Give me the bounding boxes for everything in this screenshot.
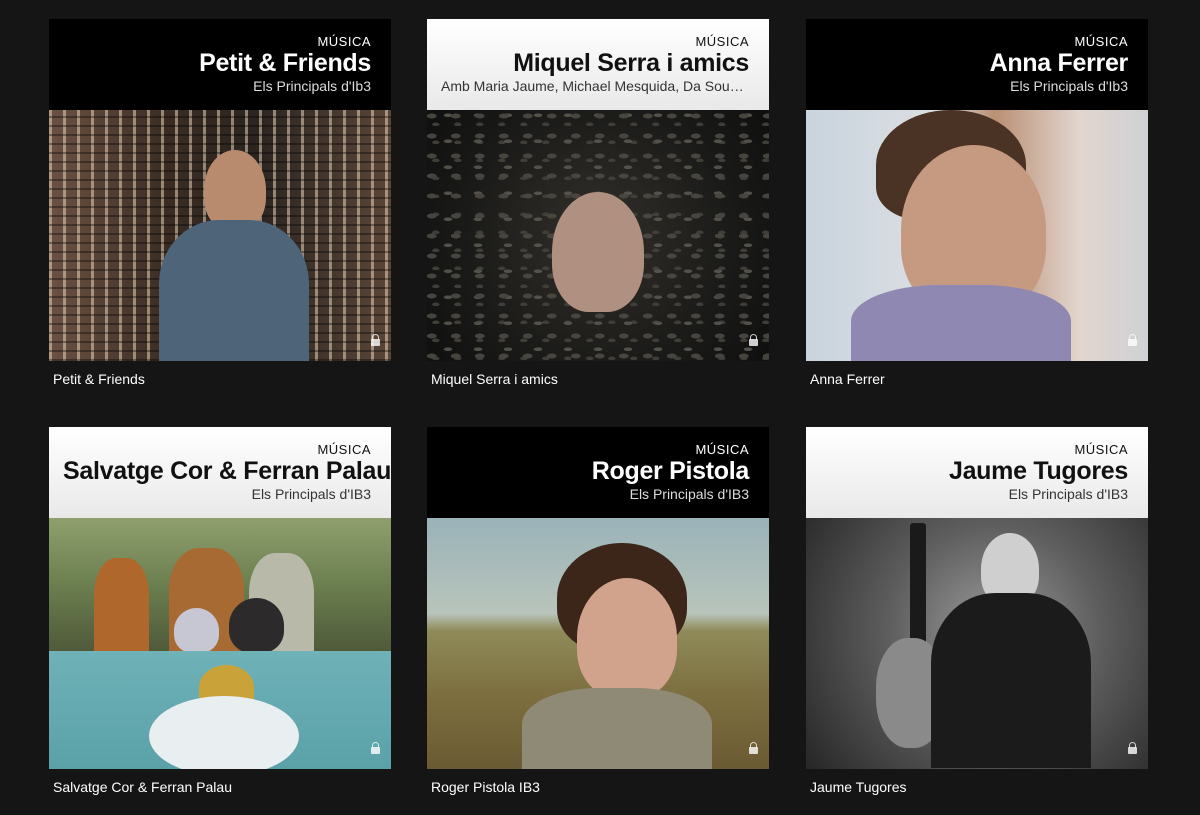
lock-icon	[1128, 742, 1137, 757]
card-thumbnail[interactable]: MÚSICA Roger Pistola Els Principals d'IB…	[427, 427, 769, 769]
content-card[interactable]: MÚSICA Miquel Serra i amics Amb Maria Ja…	[427, 19, 769, 388]
card-thumbnail[interactable]: MÚSICA Salvatge Cor & Ferran Palau Els P…	[49, 427, 391, 769]
card-thumbnail[interactable]: MÚSICA Anna Ferrer Els Principals d'Ib3	[806, 19, 1148, 361]
card-subtitle: Els Principals d'Ib3	[1010, 78, 1128, 94]
card-category: MÚSICA	[317, 34, 371, 49]
lock-icon	[749, 334, 758, 349]
card-caption[interactable]: Anna Ferrer	[806, 370, 1148, 388]
content-card[interactable]: MÚSICA Anna Ferrer Els Principals d'Ib3 …	[806, 19, 1148, 388]
card-header: MÚSICA Anna Ferrer Els Principals d'Ib3	[806, 19, 1148, 110]
card-header: MÚSICA Salvatge Cor & Ferran Palau Els P…	[49, 427, 391, 518]
lock-icon	[371, 742, 380, 757]
lock-icon	[749, 742, 758, 757]
card-title: Anna Ferrer	[989, 49, 1129, 77]
card-subtitle: Els Principals d'IB3	[1008, 486, 1128, 502]
card-subtitle: Amb Maria Jaume, Michael Mesquida, Da So…	[441, 78, 749, 94]
card-photo	[806, 110, 1148, 361]
card-photo	[427, 110, 769, 361]
card-thumbnail[interactable]: MÚSICA Petit & Friends Els Principals d'…	[49, 19, 391, 361]
card-subtitle: Els Principals d'Ib3	[253, 78, 371, 94]
card-title: Salvatge Cor & Ferran Palau	[63, 457, 391, 485]
card-title: Jaume Tugores	[948, 457, 1128, 485]
card-title: Roger Pistola	[591, 457, 750, 485]
card-thumbnail[interactable]: MÚSICA Miquel Serra i amics Amb Maria Ja…	[427, 19, 769, 361]
content-card[interactable]: MÚSICA Roger Pistola Els Principals d'IB…	[427, 427, 769, 796]
card-thumbnail[interactable]: MÚSICA Jaume Tugores Els Principals d'IB…	[806, 427, 1148, 769]
card-photo	[49, 518, 391, 769]
content-card[interactable]: MÚSICA Petit & Friends Els Principals d'…	[49, 19, 391, 388]
lock-icon	[1128, 334, 1137, 349]
card-caption[interactable]: Miquel Serra i amics	[427, 370, 769, 388]
card-subtitle: Els Principals d'IB3	[629, 486, 749, 502]
card-photo	[806, 518, 1148, 769]
card-caption[interactable]: Petit & Friends	[49, 370, 391, 388]
content-card[interactable]: MÚSICA Salvatge Cor & Ferran Palau Els P…	[49, 427, 391, 796]
card-category: MÚSICA	[695, 442, 749, 457]
lock-icon	[371, 334, 380, 349]
card-category: MÚSICA	[317, 442, 371, 457]
card-category: MÚSICA	[695, 34, 749, 49]
card-photo	[427, 518, 769, 769]
card-header: MÚSICA Roger Pistola Els Principals d'IB…	[427, 427, 769, 518]
content-card[interactable]: MÚSICA Jaume Tugores Els Principals d'IB…	[806, 427, 1148, 796]
card-photo	[49, 110, 391, 361]
card-header: MÚSICA Petit & Friends Els Principals d'…	[49, 19, 391, 110]
card-caption[interactable]: Jaume Tugores	[806, 778, 1148, 796]
card-category: MÚSICA	[1074, 442, 1128, 457]
card-category: MÚSICA	[1074, 34, 1128, 49]
card-caption[interactable]: Salvatge Cor & Ferran Palau	[49, 778, 391, 796]
card-caption[interactable]: Roger Pistola IB3	[427, 778, 769, 796]
card-header: MÚSICA Miquel Serra i amics Amb Maria Ja…	[427, 19, 769, 110]
card-title: Miquel Serra i amics	[513, 49, 749, 77]
card-title: Petit & Friends	[199, 49, 371, 77]
card-subtitle: Els Principals d'IB3	[251, 486, 371, 502]
card-header: MÚSICA Jaume Tugores Els Principals d'IB…	[806, 427, 1148, 518]
